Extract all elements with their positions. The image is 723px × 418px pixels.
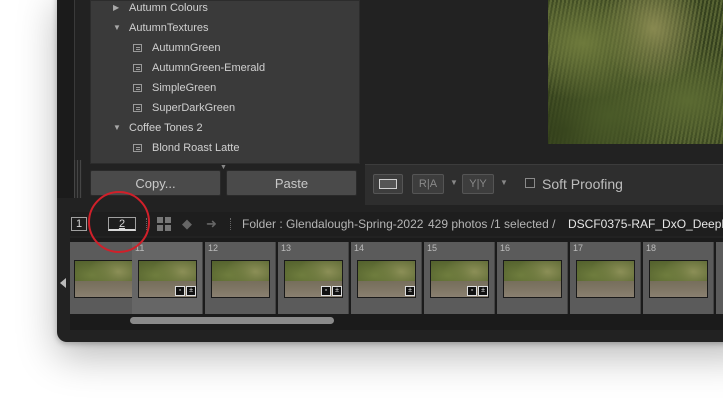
filmstrip-thumbnail[interactable]: 17: [570, 242, 641, 314]
before-after-dropdown-chevron-icon[interactable]: ▼: [450, 178, 458, 187]
collection-badge-icon: ▫: [175, 286, 185, 296]
preset-label: AutumnGreen: [152, 42, 221, 54]
preset-icon: [133, 84, 142, 92]
panel-resize-grip[interactable]: [74, 160, 82, 198]
thumbnail-index: 13: [281, 243, 292, 253]
preset-label: SimpleGreen: [152, 82, 217, 94]
thumbnail-index: 14: [354, 243, 365, 253]
collapsed-triangle-icon[interactable]: ▶: [113, 0, 119, 18]
divider: [230, 218, 232, 230]
collection-badge-icon: ▫: [321, 286, 331, 296]
preset-folder-label: Autumn Colours: [129, 2, 208, 14]
filmstrip-thumbnail[interactable]: 11 ▫ ±: [132, 242, 203, 314]
filmstrip-thumbnail[interactable]: 16: [497, 242, 568, 314]
back-arrow-icon[interactable]: ◆: [182, 212, 192, 236]
filmstrip-thumbnail[interactable]: [70, 242, 141, 314]
thumbnail-image: [576, 260, 635, 298]
highlight-circle: [88, 191, 150, 253]
preset-icon: [133, 64, 142, 72]
grid-view-icon[interactable]: [157, 217, 172, 231]
filmstrip-thumbnail[interactable]: 14 ±: [351, 242, 422, 314]
thumbnail-badges: ▫ ±: [467, 286, 488, 298]
thumbnail-index: 15: [427, 243, 438, 253]
preset-icon: [133, 44, 142, 52]
preset-folder-label: Coffee Tones 2: [129, 122, 203, 134]
primary-display-button[interactable]: 1: [71, 217, 87, 231]
single-view-icon: [379, 179, 397, 189]
collection-badge-icon: ▫: [467, 286, 477, 296]
expanded-triangle-icon[interactable]: ▼: [113, 118, 121, 138]
preset-icon: [133, 144, 142, 152]
develop-adjusted-badge-icon: ±: [332, 286, 342, 296]
swap-before-after-button[interactable]: Y|Y: [462, 174, 494, 194]
soft-proofing-label: Soft Proofing: [542, 176, 623, 192]
filmstrip-thumbnail[interactable]: [716, 242, 723, 314]
before-after-view-button[interactable]: R|A: [412, 174, 444, 194]
filmstrip-thumbnail[interactable]: 15 ▫ ±: [424, 242, 495, 314]
thumbnail-index: 16: [500, 243, 511, 253]
develop-adjusted-badge-icon: ±: [186, 286, 196, 296]
filmstrip-thumbnail[interactable]: 18: [643, 242, 714, 314]
left-panel-edge: [57, 0, 82, 198]
swap-dropdown-chevron-icon[interactable]: ▼: [500, 178, 508, 187]
preset-icon: [133, 104, 142, 112]
thumbnail-image: [649, 260, 708, 298]
preset-folder-label: AutumnTextures: [129, 22, 209, 34]
preset-label: AutumnGreen-Emerald: [152, 62, 266, 74]
filmstrip-hide-arrow-icon[interactable]: [60, 278, 66, 288]
thumbnail-badges: ▫ ±: [321, 286, 342, 298]
expanded-triangle-icon[interactable]: ▼: [113, 18, 121, 38]
thumbnail-index: 12: [208, 243, 219, 253]
thumbnail-badges: ±: [405, 286, 415, 298]
paste-settings-button[interactable]: Paste: [226, 170, 357, 196]
preset-label: SuperDarkGreen: [152, 102, 236, 114]
thumbnail-index: 18: [646, 243, 657, 253]
photo-count-text: 429 photos /1 selected /: [428, 217, 556, 231]
thumbnail-image: [74, 260, 133, 298]
filmstrip-scrollbar[interactable]: [130, 317, 334, 324]
photo-preview: [548, 0, 723, 144]
presets-panel: ▶ Autumn Colours ▼ AutumnTextures Autumn…: [90, 0, 360, 164]
filmstrip-thumbnail[interactable]: 12: [205, 242, 276, 314]
filmstrip-header: 1 2 ◆ ➜ Folder : Glendalough-Spring-2022…: [70, 212, 723, 236]
develop-adjusted-badge-icon: ±: [405, 286, 415, 296]
preset-label: Blond Roast Latte: [152, 142, 240, 154]
forward-arrow-icon[interactable]: ➜: [206, 212, 217, 236]
thumbnail-badges: ▫ ±: [175, 286, 196, 298]
loupe-view-button[interactable]: [373, 174, 403, 194]
thumbnail-image: [503, 260, 562, 298]
selected-filename: DSCF0375-RAF_DxO_DeepPRIME: [568, 217, 723, 231]
develop-adjusted-badge-icon: ±: [478, 286, 488, 296]
soft-proofing-checkbox[interactable]: [525, 178, 535, 188]
filmstrip-source-label[interactable]: Folder : Glendalough-Spring-2022: [242, 212, 423, 236]
filmstrip-thumbnail[interactable]: 13 ▫ ±: [278, 242, 349, 314]
thumbnail-index: 17: [573, 243, 584, 253]
thumbnail-image: [211, 260, 270, 298]
